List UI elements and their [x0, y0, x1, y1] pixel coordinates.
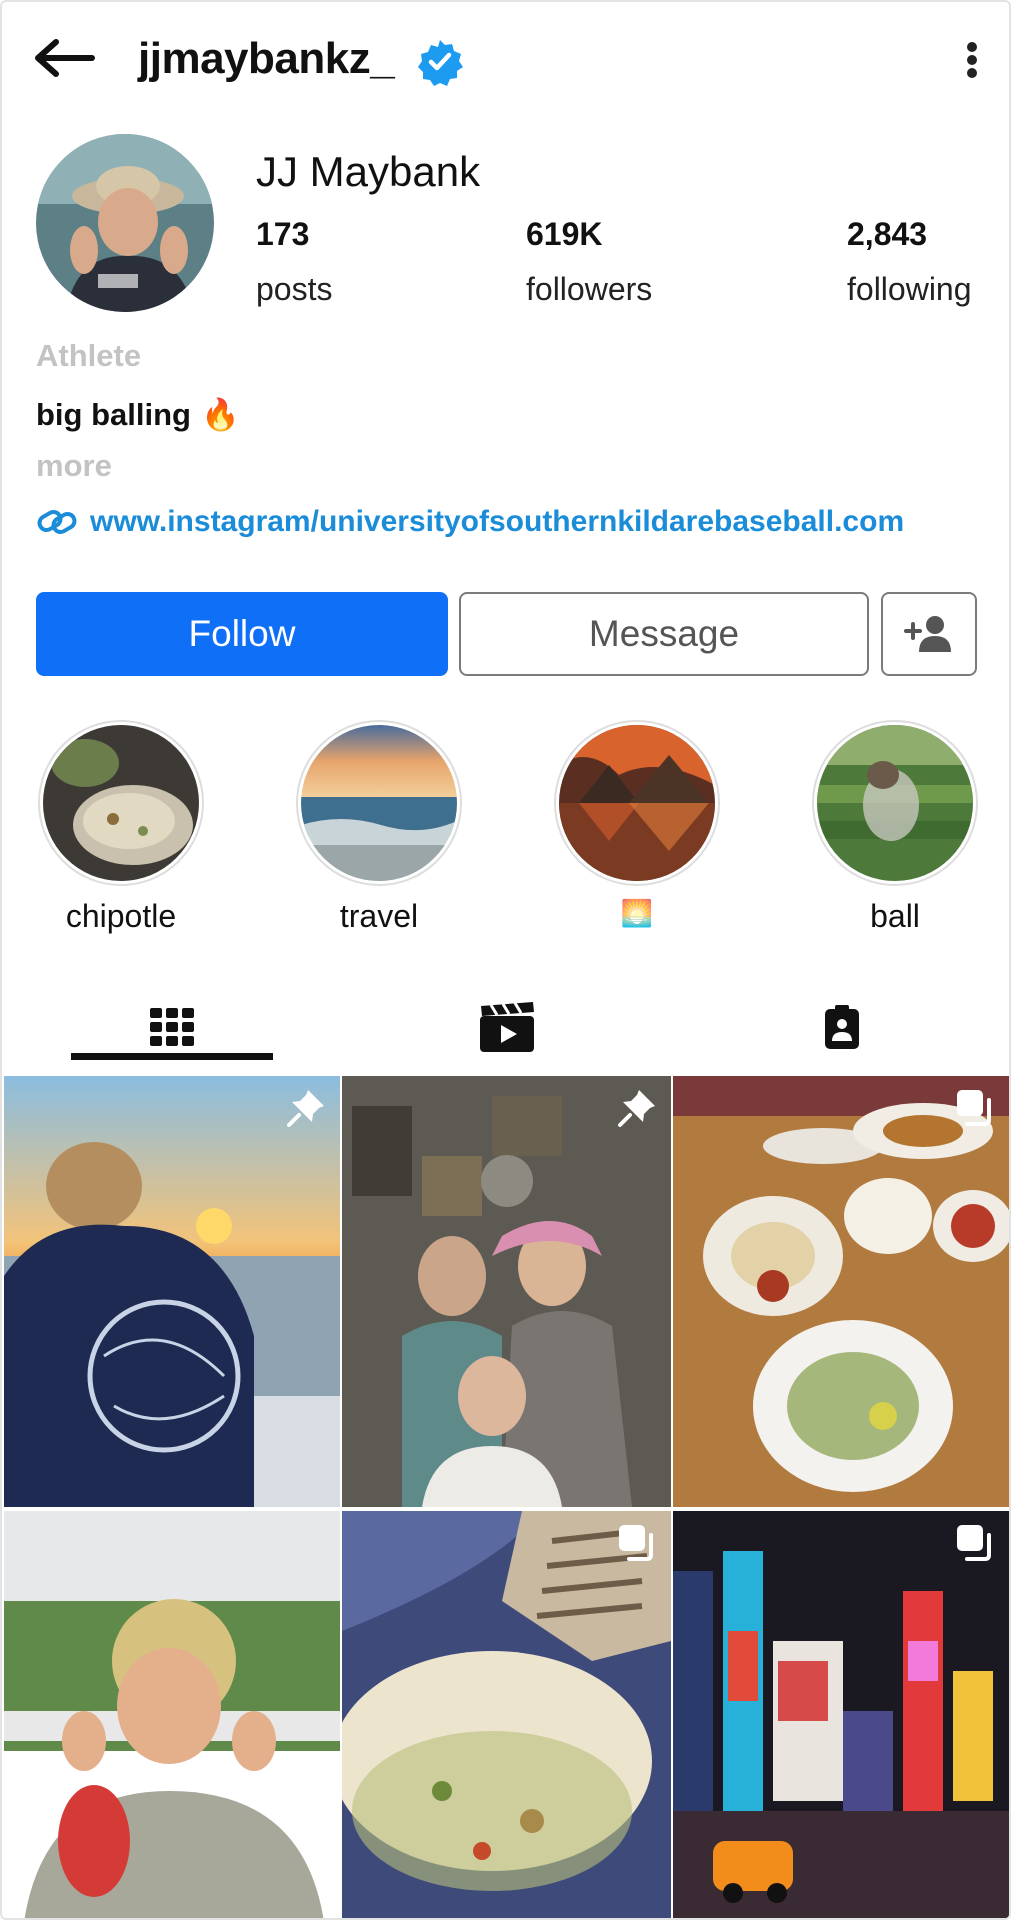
post-tile[interactable] [4, 1076, 340, 1507]
carousel-icon [619, 1525, 653, 1561]
website-url: www.instagram/universityofsouthernkildar… [90, 505, 905, 538]
highlight-cover [817, 725, 973, 881]
highlight-ball[interactable]: ball [812, 720, 978, 935]
suggested-users-button[interactable] [881, 592, 977, 676]
highlight-cover [559, 725, 715, 881]
clapperboard-icon [480, 1002, 534, 1052]
pin-icon [287, 1090, 324, 1127]
follow-button[interactable]: Follow [36, 592, 448, 676]
followers-count[interactable]: 619K followers [526, 216, 652, 308]
stat-label: followers [526, 271, 653, 307]
post-tile[interactable] [673, 1511, 1009, 1918]
tagged-badge-icon [825, 1005, 859, 1049]
fire-emoji: 🔥 [201, 397, 240, 432]
back-button[interactable] [32, 32, 98, 84]
dot [967, 55, 977, 65]
post-tile[interactable] [4, 1511, 340, 1918]
arrow-left-icon [35, 39, 95, 77]
pin-icon [618, 1090, 655, 1127]
carousel-icon [957, 1525, 991, 1561]
more-options-button[interactable] [954, 32, 990, 88]
bio-text: big balling [36, 396, 191, 432]
stat-value: 2,843 [847, 216, 928, 252]
highlight-cover [43, 725, 199, 881]
dot [967, 68, 977, 78]
profile-name: JJ Maybank [256, 148, 481, 195]
avatar[interactable] [36, 134, 214, 312]
tab-posts-grid[interactable] [72, 992, 272, 1062]
username: jjmaybankz_ [138, 34, 395, 83]
highlight-ring [38, 720, 204, 886]
stat-label: posts [256, 271, 333, 307]
website-link[interactable]: www.instagram/universityofsouthernkildar… [36, 505, 904, 539]
active-tab-indicator [71, 1053, 273, 1060]
highlight-sunset[interactable]: 🌅 [554, 720, 720, 929]
more-link[interactable]: more [36, 448, 112, 484]
post-tile[interactable] [342, 1511, 671, 1918]
posts-count[interactable]: 173 posts [256, 216, 332, 308]
highlight-chipotle[interactable]: chipotle [38, 720, 204, 935]
profile-screen: jjmaybankz_ JJ Maybank 173 posts 619K fo… [0, 0, 1011, 1920]
highlight-label: travel [339, 898, 419, 934]
highlight-cover [301, 725, 457, 881]
stat-label: following [847, 271, 972, 307]
tab-tagged[interactable] [742, 992, 942, 1062]
carousel-icon [957, 1090, 991, 1126]
highlight-label: ball [870, 898, 920, 934]
stat-value: 619K [526, 216, 603, 252]
highlight-label: 🌅 [620, 898, 654, 928]
tab-reels[interactable] [407, 992, 607, 1062]
highlight-label: chipotle [65, 898, 177, 934]
highlight-travel[interactable]: travel [296, 720, 462, 935]
message-button[interactable]: Message [459, 592, 869, 676]
grid-icon [150, 1008, 194, 1046]
stat-value: 173 [256, 216, 310, 252]
link-icon [37, 510, 77, 534]
verified-badge-icon [418, 40, 463, 86]
highlight-ring [296, 720, 462, 886]
highlight-ring [812, 720, 978, 886]
following-count[interactable]: 2,843 following [847, 216, 972, 308]
post-tile[interactable] [673, 1076, 1009, 1507]
post-tile[interactable] [342, 1076, 671, 1507]
bio: big balling 🔥 [36, 396, 240, 433]
top-bar: jjmaybankz_ [2, 2, 1009, 118]
category-label: Athlete [36, 338, 142, 373]
highlight-ring [554, 720, 720, 886]
dot [967, 42, 977, 52]
person-add-icon [904, 616, 951, 652]
